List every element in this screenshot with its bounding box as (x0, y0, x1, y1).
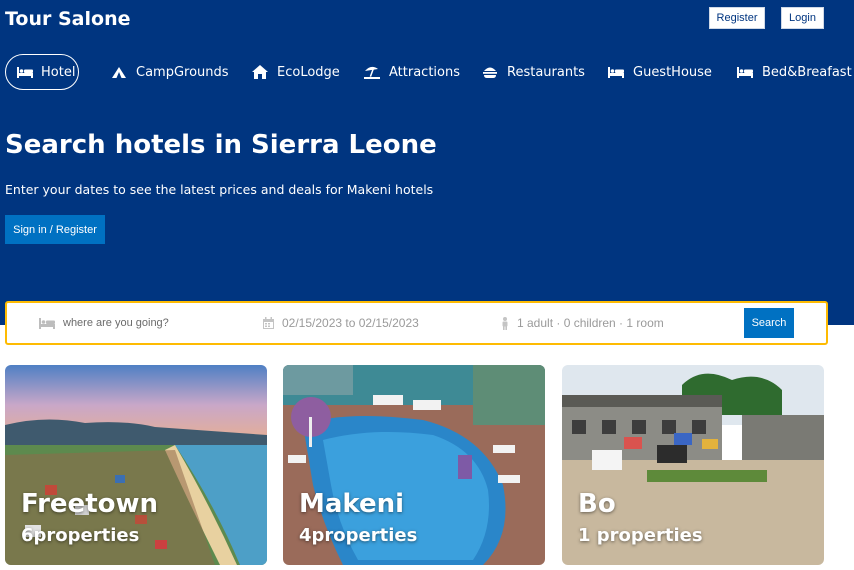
nav-item-bed-breakfast[interactable]: Bed&Breafast (736, 54, 852, 90)
tent-icon (110, 65, 128, 79)
nav-item-ecolodge[interactable]: EcoLodge (251, 54, 340, 90)
person-icon (501, 316, 509, 330)
destination-field[interactable]: where are you going? (39, 303, 169, 343)
bed-icon (736, 65, 754, 79)
card-properties-count: 4properties (299, 525, 418, 546)
nav-item-label: Attractions (389, 64, 460, 80)
nav-item-label: Restaurants (507, 64, 585, 80)
nav-item-restaurants[interactable]: Restaurants (481, 54, 585, 90)
search-bar: where are you going? 02/15/2023 to 02/15… (5, 301, 828, 345)
nav-item-campgrounds[interactable]: CampGrounds (110, 54, 229, 90)
nav-item-hotel[interactable]: Hotel (5, 54, 79, 90)
login-button[interactable]: Login (781, 7, 824, 29)
search-button[interactable]: Search (744, 308, 794, 338)
destination-card-bo[interactable]: Bo 1 properties (562, 365, 824, 565)
nav-item-label: Bed&Breafast (762, 64, 852, 80)
nav-item-label: EcoLodge (277, 64, 340, 80)
nav-item-attractions[interactable]: Attractions (363, 54, 460, 90)
umbrella-beach-icon (363, 65, 381, 79)
nav-item-label: GuestHouse (633, 64, 712, 80)
bed-icon (39, 317, 55, 329)
bed-icon (17, 65, 33, 79)
burger-icon (481, 65, 499, 79)
card-properties-count: 6properties (21, 525, 140, 546)
destination-input[interactable]: where are you going? (63, 317, 169, 329)
bed-icon (607, 65, 625, 79)
destination-card-makeni[interactable]: Makeni 4properties (283, 365, 545, 565)
home-icon (251, 65, 269, 79)
date-range-field[interactable]: 02/15/2023 to 02/15/2023 (263, 303, 419, 343)
register-button[interactable]: Register (709, 7, 765, 29)
destination-card-freetown[interactable]: Freetown 6properties (5, 365, 267, 565)
card-city: Makeni (299, 489, 405, 519)
nav-item-guesthouse[interactable]: GuestHouse (607, 54, 712, 90)
page-subtitle: Enter your dates to see the latest price… (5, 182, 434, 197)
nav-item-label: Hotel (41, 64, 76, 80)
brand-logo[interactable]: Tour Salone (5, 8, 131, 30)
hero-banner: Tour Salone Register Login Hotel CampGro… (0, 0, 854, 325)
nav-item-label: CampGrounds (136, 64, 229, 80)
sign-in-register-button[interactable]: Sign in / Register (5, 215, 105, 244)
page-title: Search hotels in Sierra Leone (5, 130, 437, 160)
card-city: Freetown (21, 489, 159, 519)
guests-field[interactable]: 1 adult · 0 children · 1 room (501, 303, 664, 343)
guests-text: 1 adult · 0 children · 1 room (517, 316, 664, 330)
card-properties-count: 1 properties (578, 525, 703, 546)
card-city: Bo (578, 489, 616, 519)
calendar-icon (263, 317, 274, 329)
date-range-text: 02/15/2023 to 02/15/2023 (282, 316, 419, 330)
